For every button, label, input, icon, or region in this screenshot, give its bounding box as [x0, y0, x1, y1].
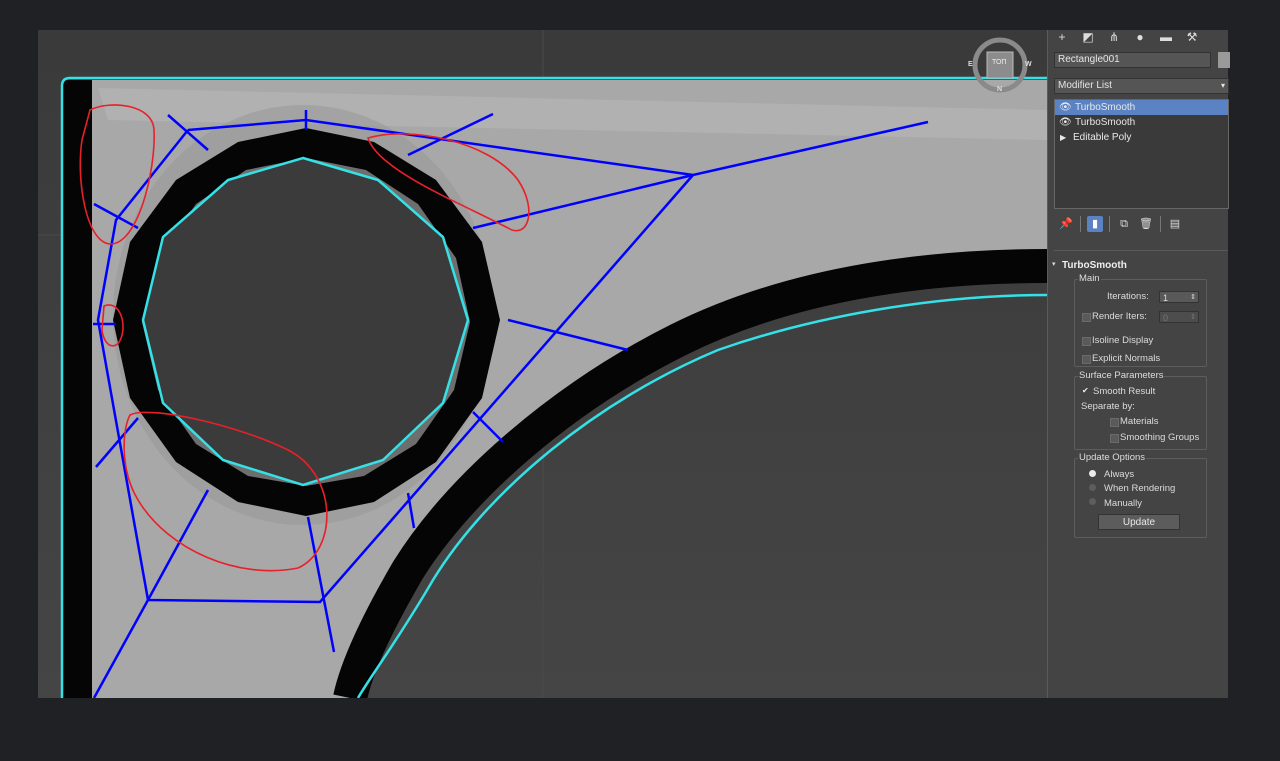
explicit-normals-label: Explicit Normals: [1092, 353, 1161, 364]
object-color-swatch[interactable]: [1218, 52, 1230, 68]
manually-radio[interactable]: [1089, 498, 1096, 505]
object-name-field[interactable]: Rectangle001: [1054, 52, 1211, 68]
configure-sets-icon[interactable]: ▤: [1167, 216, 1183, 232]
pin-stack-icon[interactable]: 📌: [1058, 216, 1074, 232]
materials-checkbox[interactable]: [1110, 418, 1119, 427]
iterations-spinner[interactable]: 1 ⇕: [1159, 291, 1199, 303]
always-label: Always: [1104, 469, 1135, 480]
update-group-title: Update Options: [1078, 452, 1147, 463]
modifier-list-dropdown[interactable]: Modifier List ▾: [1054, 78, 1229, 94]
motion-tab-icon[interactable]: ●: [1132, 30, 1148, 44]
smooth-result-checkbox[interactable]: ✔: [1082, 386, 1089, 395]
surface-parameters-group: Surface Parameters ✔ Smooth Result Separ…: [1074, 370, 1207, 450]
iterations-label: Iterations:: [1107, 291, 1149, 302]
stack-item-label: Editable Poly: [1073, 132, 1132, 143]
panel-divider: [1054, 250, 1228, 251]
spinner-arrows-icon[interactable]: ⇕: [1190, 312, 1196, 324]
render-iters-spinner[interactable]: 0 ⇕: [1159, 311, 1199, 323]
update-button[interactable]: Update: [1098, 514, 1180, 530]
viewcube[interactable]: ТОП N E W: [968, 33, 1032, 97]
always-radio[interactable]: [1089, 470, 1096, 477]
surface-group-title: Surface Parameters: [1078, 370, 1165, 381]
command-tabs: + ◩ ⋔ ● ▬ ⚒: [1054, 30, 1200, 46]
smoothing-groups-checkbox[interactable]: [1110, 434, 1119, 443]
display-tab-icon[interactable]: ▬: [1158, 30, 1174, 44]
rollout-title[interactable]: TurboSmooth: [1062, 260, 1127, 271]
show-end-result-icon[interactable]: ▮: [1087, 216, 1103, 232]
iterations-value: 1: [1163, 293, 1169, 303]
utilities-tab-icon[interactable]: ⚒: [1184, 30, 1200, 44]
viewport-scene: [38, 30, 1047, 698]
isoline-display-checkbox[interactable]: [1082, 337, 1091, 346]
viewcube-east: E: [968, 61, 973, 68]
stack-item-label: TurboSmooth: [1075, 117, 1136, 128]
separate-by-label: Separate by:: [1081, 401, 1135, 412]
smoothing-groups-label: Smoothing Groups: [1120, 432, 1200, 443]
eye-icon[interactable]: 👁: [1059, 100, 1072, 115]
make-unique-icon[interactable]: ⧉: [1116, 216, 1132, 232]
command-panel: + ◩ ⋔ ● ▬ ⚒ Rectangle001 Modifier List ▾…: [1047, 30, 1230, 698]
materials-label: Materials: [1120, 416, 1159, 427]
modifier-stack[interactable]: 👁 TurboSmooth 👁 TurboSmooth ▶ Editable P…: [1054, 99, 1229, 209]
divider: [1109, 216, 1110, 232]
create-tab-icon[interactable]: +: [1054, 30, 1070, 44]
viewcube-face-label: ТОП: [992, 59, 1007, 66]
main-group-title: Main: [1078, 273, 1101, 284]
viewcube-north: N: [997, 86, 1003, 93]
render-iters-checkbox[interactable]: [1082, 313, 1091, 322]
spinner-arrows-icon[interactable]: ⇕: [1190, 292, 1196, 304]
eye-icon[interactable]: 👁: [1059, 115, 1072, 130]
hierarchy-tab-icon[interactable]: ⋔: [1106, 30, 1122, 44]
expand-triangle-icon[interactable]: ▶: [1060, 130, 1066, 145]
smooth-result-label: Smooth Result: [1093, 386, 1156, 397]
modify-tab-icon[interactable]: ◩: [1080, 30, 1096, 44]
viewcube-west: W: [1025, 61, 1032, 68]
explicit-normals-checkbox[interactable]: [1082, 355, 1091, 364]
chevron-down-icon: ▾: [1220, 81, 1225, 90]
stack-item-turbosmooth-1[interactable]: 👁 TurboSmooth: [1055, 100, 1228, 115]
stack-item-editable-poly[interactable]: ▶ Editable Poly: [1055, 130, 1228, 145]
divider: [1080, 216, 1081, 232]
rollout-collapse-icon[interactable]: ▾: [1052, 260, 1056, 268]
stack-item-turbosmooth-2[interactable]: 👁 TurboSmooth: [1055, 115, 1228, 130]
stack-item-label: TurboSmooth: [1075, 102, 1136, 113]
viewport[interactable]: ТОП N E W: [38, 30, 1047, 698]
when-rendering-label: When Rendering: [1104, 483, 1176, 494]
render-iters-value: 0: [1163, 313, 1169, 323]
isoline-display-label: Isoline Display: [1092, 335, 1154, 346]
render-iters-label: Render Iters:: [1092, 311, 1147, 322]
when-rendering-radio[interactable]: [1089, 484, 1096, 491]
manually-label: Manually: [1104, 498, 1143, 509]
divider: [1160, 216, 1161, 232]
stack-toolbar: 📌 ▮ ⧉ 🗑 ▤: [1058, 216, 1183, 232]
main-group: Main Iterations: 1 ⇕ Render Iters: 0 ⇕ I…: [1074, 273, 1207, 367]
remove-modifier-icon[interactable]: 🗑: [1138, 216, 1154, 232]
modifier-list-label: Modifier List: [1058, 80, 1112, 91]
